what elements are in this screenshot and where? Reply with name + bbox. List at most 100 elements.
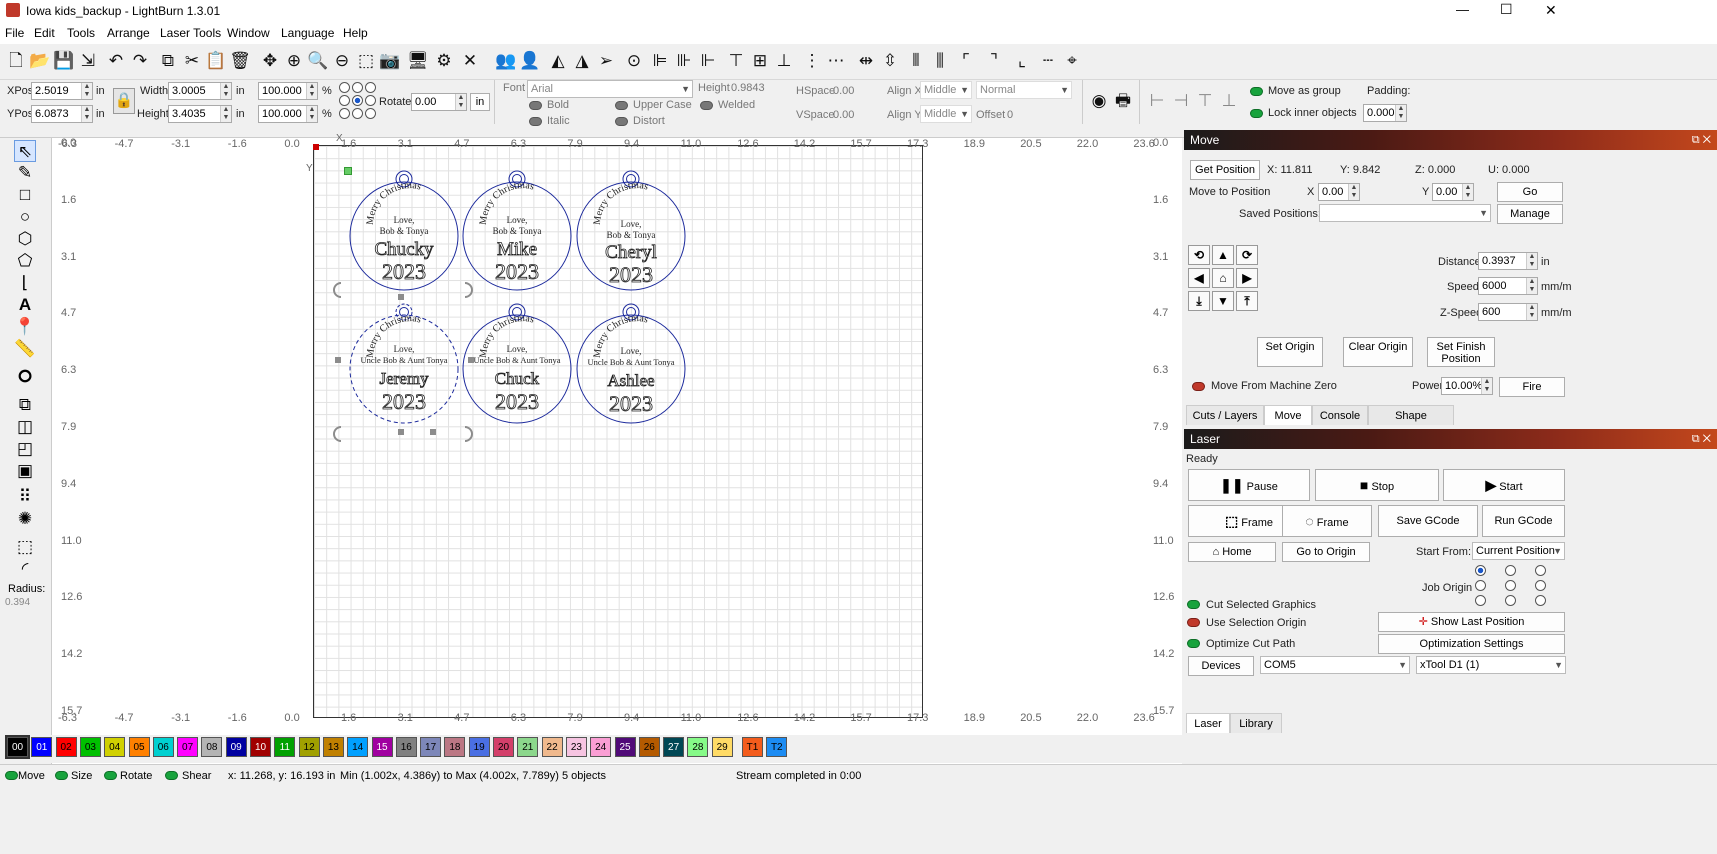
run-gcode-button[interactable]: Run GCode bbox=[1482, 505, 1565, 537]
home-icon[interactable]: ⌂ bbox=[1212, 268, 1234, 288]
cut-selected-toggle[interactable] bbox=[1187, 600, 1200, 609]
anchor-mr[interactable] bbox=[365, 95, 376, 106]
distance-field[interactable]: 0.3937 ▲ ▼ bbox=[1478, 252, 1538, 270]
set-finish-position-button[interactable]: Set Finish Position bbox=[1427, 337, 1495, 367]
power-field[interactable]: 10.00% ▲ ▼ bbox=[1441, 377, 1493, 395]
status-shear-toggle[interactable] bbox=[165, 771, 178, 780]
jog-down-icon[interactable]: ▼ bbox=[1212, 291, 1234, 311]
edit-nodes-icon[interactable]: ⬠ bbox=[14, 250, 36, 272]
tab-shape-properties[interactable]: Shape Properties bbox=[1368, 405, 1454, 442]
layer-color-16[interactable]: 16 bbox=[395, 737, 417, 757]
status-size-toggle[interactable] bbox=[55, 771, 68, 780]
zoom-fit-icon[interactable]: 🔍 bbox=[307, 50, 329, 72]
layer-color-12[interactable]: 12 bbox=[298, 737, 320, 757]
origin-c[interactable] bbox=[1505, 580, 1516, 591]
device-select[interactable]: xTool D1 (1) ▼ bbox=[1416, 656, 1566, 674]
tab-laser[interactable]: Laser bbox=[1186, 713, 1230, 733]
origin-br[interactable] bbox=[1535, 595, 1546, 606]
dock-left-icon[interactable]: ⊢ bbox=[1146, 90, 1168, 112]
distribute-v-icon[interactable]: ⋯ bbox=[825, 50, 847, 72]
zoom-in-icon[interactable]: ⊕ bbox=[283, 50, 305, 72]
padding-field[interactable]: 0.000 ▲ ▼ bbox=[1363, 104, 1407, 122]
dock-top-icon[interactable]: ⊤ bbox=[1194, 90, 1216, 112]
xpos-field[interactable]: 2.5019 ▲ ▼ bbox=[31, 82, 93, 100]
tab-move[interactable]: Move bbox=[1264, 405, 1312, 425]
paste-icon[interactable]: 📋 bbox=[205, 50, 227, 72]
get-position-button[interactable]: Get Position bbox=[1190, 160, 1260, 180]
origin-mr[interactable] bbox=[1535, 580, 1546, 591]
circular-array-icon[interactable]: ✺ bbox=[14, 508, 36, 530]
menu-language[interactable]: Language bbox=[281, 26, 334, 40]
welded-toggle[interactable] bbox=[700, 101, 713, 110]
layer-color-14[interactable]: 14 bbox=[347, 737, 369, 757]
anchor-bl[interactable] bbox=[339, 108, 350, 119]
layer-color-06[interactable]: 06 bbox=[152, 737, 174, 757]
print-icon[interactable]: 🖶 bbox=[1112, 90, 1134, 112]
offset-shapes-icon[interactable]: ⭘ bbox=[14, 366, 36, 388]
jog-rotate-right-icon[interactable]: ⟳ bbox=[1236, 245, 1258, 265]
anchor-center[interactable] bbox=[352, 95, 363, 106]
layer-color-18[interactable]: 18 bbox=[444, 737, 466, 757]
monitor-icon[interactable]: 🖥 bbox=[407, 50, 429, 72]
layer-color-22[interactable]: 22 bbox=[541, 737, 563, 757]
save-gcode-button[interactable]: Save GCode bbox=[1378, 505, 1478, 537]
height-percent-field[interactable]: 100.000 ▲ ▼ bbox=[258, 105, 318, 123]
corner-top-left-icon[interactable]: ⌜ bbox=[955, 50, 977, 72]
zspeed-field[interactable]: 600 ▲ ▼ bbox=[1478, 303, 1538, 321]
menu-tools[interactable]: Tools bbox=[67, 26, 95, 40]
layer-color-24[interactable]: 24 bbox=[590, 737, 612, 757]
manage-button[interactable]: Manage bbox=[1497, 204, 1563, 224]
layer-color-20[interactable]: 20 bbox=[493, 737, 514, 757]
align-target-icon[interactable]: ⊙ bbox=[623, 50, 645, 72]
align-right-icon[interactable]: ⊩ bbox=[697, 50, 719, 72]
corner-top-right-icon[interactable]: ⌝ bbox=[983, 50, 1005, 72]
layer-color-26[interactable]: 26 bbox=[638, 737, 660, 757]
layer-color-04[interactable]: 04 bbox=[104, 737, 126, 757]
hspace-value[interactable]: 0.00 bbox=[833, 85, 854, 97]
jog-up-icon[interactable]: ▲ bbox=[1212, 245, 1234, 265]
menu-arrange[interactable]: Arrange bbox=[107, 26, 150, 40]
undo-icon[interactable]: ↶ bbox=[105, 50, 127, 72]
layer-color-13[interactable]: 13 bbox=[322, 737, 344, 757]
use-selection-origin-toggle[interactable] bbox=[1187, 618, 1200, 627]
unit-toggle-button[interactable]: in bbox=[470, 93, 490, 111]
align-left-icon[interactable]: ⊫ bbox=[649, 50, 671, 72]
menu-window[interactable]: Window bbox=[227, 26, 270, 40]
space-h-icon[interactable]: ⫴ bbox=[905, 50, 927, 72]
height-field[interactable]: 3.4035 ▲ ▼ bbox=[168, 105, 232, 123]
optimization-settings-button[interactable]: Optimization Settings bbox=[1378, 634, 1565, 654]
z-up-icon[interactable]: ⤒ bbox=[1236, 291, 1258, 311]
optimize-cut-path-toggle[interactable] bbox=[1187, 639, 1200, 648]
anchor-tc[interactable] bbox=[352, 82, 363, 93]
move-x-field[interactable]: 0.00 ▲ ▼ bbox=[1318, 183, 1360, 201]
jog-rotate-left-icon[interactable]: ⟲ bbox=[1188, 245, 1210, 265]
import-icon[interactable]: ⇲ bbox=[77, 50, 99, 72]
bold-toggle[interactable] bbox=[529, 101, 542, 110]
visibility-eye-icon[interactable]: ◉ bbox=[1088, 90, 1110, 112]
layer-color-17[interactable]: 17 bbox=[420, 737, 442, 757]
jog-left-icon[interactable]: ◀ bbox=[1188, 268, 1210, 288]
dashed-line-icon[interactable]: ┄ bbox=[1037, 50, 1059, 72]
copy-icon[interactable]: ⧉ bbox=[157, 50, 179, 72]
devices-button[interactable]: Devices bbox=[1188, 656, 1254, 676]
position-marker-icon[interactable]: ⌖ bbox=[1061, 50, 1083, 72]
anchor-tl[interactable] bbox=[339, 82, 350, 93]
text-tool-icon[interactable]: A bbox=[14, 294, 36, 316]
uppercase-toggle[interactable] bbox=[615, 101, 628, 110]
tab-console[interactable]: Console bbox=[1312, 405, 1368, 425]
maximize-button[interactable]: ☐ bbox=[1500, 1, 1513, 18]
move-together-v-icon[interactable]: ⇳ bbox=[879, 50, 901, 72]
text-mode-select[interactable]: Normal ▼ bbox=[976, 81, 1072, 99]
stop-button[interactable]: ■ Stop bbox=[1315, 469, 1439, 501]
ypos-field[interactable]: 6.0873 ▲ ▼ bbox=[31, 105, 93, 123]
set-origin-button[interactable]: Set Origin bbox=[1257, 337, 1323, 367]
boolean-intersect-icon[interactable]: ◰ bbox=[14, 438, 36, 460]
layer-color-09[interactable]: 09 bbox=[225, 737, 247, 757]
layer-color-27[interactable]: 27 bbox=[663, 737, 685, 757]
layer-color-03[interactable]: 03 bbox=[79, 737, 101, 757]
pause-button[interactable]: ❚❚ Pause bbox=[1188, 469, 1310, 501]
layer-color-19[interactable]: 19 bbox=[468, 737, 490, 757]
layer-color-28[interactable]: 28 bbox=[687, 737, 709, 757]
rectangle-icon[interactable]: □ bbox=[14, 184, 36, 206]
move-from-machine-zero-toggle[interactable] bbox=[1192, 382, 1205, 391]
